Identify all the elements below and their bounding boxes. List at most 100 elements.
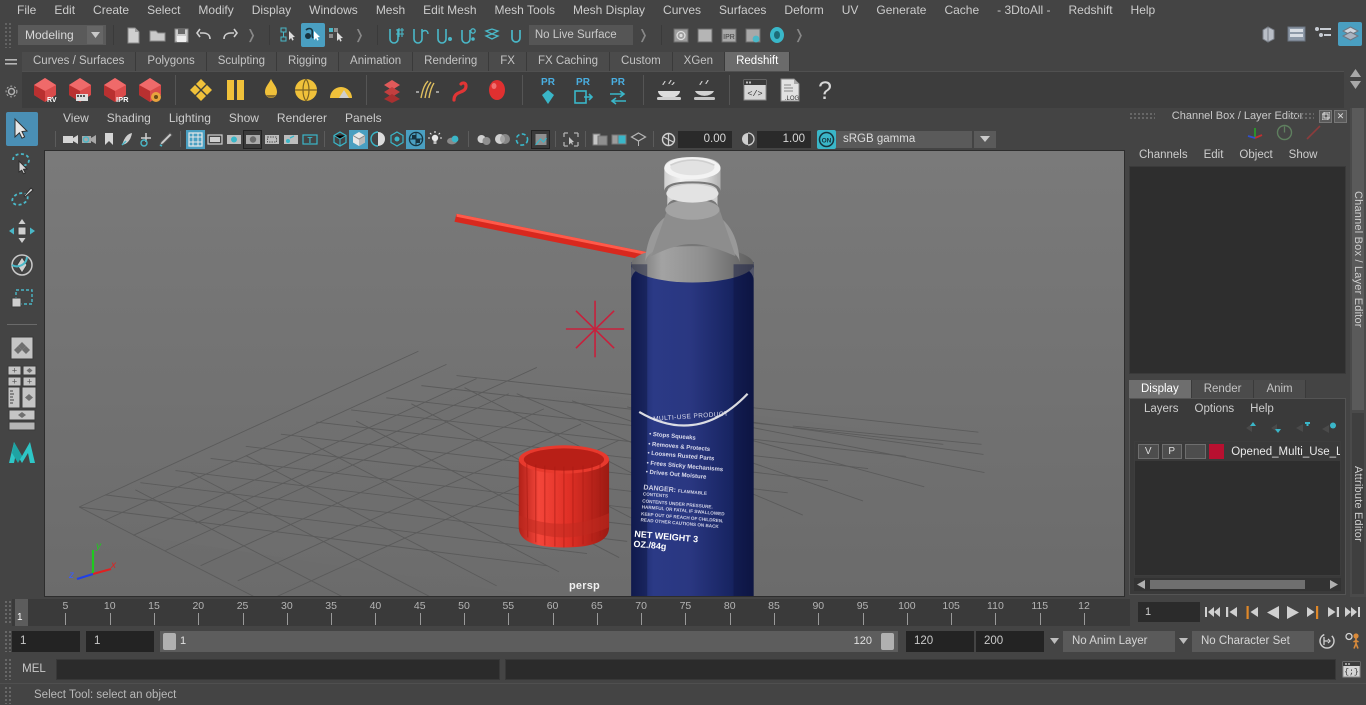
render-settings-icon[interactable] [741, 23, 765, 47]
layout-persp-graph-button[interactable] [6, 409, 38, 431]
layer-tab-anim[interactable]: Anim [1254, 380, 1306, 398]
shelf-options-gear-icon[interactable] [5, 85, 18, 101]
bookmark-icon[interactable] [99, 130, 118, 149]
scrollbar-thumb[interactable] [1150, 580, 1305, 589]
step-back-frame-button[interactable] [1244, 602, 1261, 622]
range-start-time-field[interactable]: 1 [86, 630, 154, 652]
menu-redshift[interactable]: Redshift [1060, 0, 1122, 20]
channel-box-list[interactable] [1129, 166, 1346, 374]
snap-to-curve-icon[interactable] [409, 23, 433, 47]
film-gate-icon[interactable] [205, 130, 224, 149]
snap-to-view-planes-icon[interactable] [481, 23, 505, 47]
range-start-handle[interactable] [163, 632, 176, 650]
open-scene-icon[interactable] [145, 23, 169, 47]
show-hide-attribute-editor-icon[interactable] [1284, 22, 1308, 46]
menu-mesh-display[interactable]: Mesh Display [564, 0, 654, 20]
redo-icon[interactable] [217, 23, 241, 47]
camera-attributes-icon[interactable] [80, 130, 99, 149]
texture-display-icon[interactable] [406, 129, 425, 149]
menu-uv[interactable]: UV [833, 0, 868, 20]
multisample-aa-icon[interactable] [512, 130, 531, 149]
animation-start-time-field[interactable]: 1 [12, 630, 80, 652]
xray-joints-icon[interactable] [610, 130, 629, 149]
shelf-tab-rigging[interactable]: Rigging [277, 52, 340, 71]
two-d-pan-zoom-icon[interactable] [137, 130, 156, 149]
depth-of-field-icon[interactable] [531, 129, 550, 149]
rotate-tool-button[interactable] [6, 248, 38, 282]
use-all-lights-icon[interactable] [425, 130, 444, 149]
layer-name-label[interactable]: Opened_Multi_Use_Lu [1231, 446, 1340, 458]
dock-tab-channel-box[interactable]: Channel Box / Layer Editor [1352, 108, 1364, 410]
range-end-time-field[interactable]: 120 [906, 630, 974, 652]
viewport-menu-lighting[interactable]: Lighting [160, 108, 220, 128]
redshift-bake-all-button[interactable] [687, 73, 721, 107]
command-language-label[interactable]: MEL [12, 663, 56, 675]
menu-generate[interactable]: Generate [867, 0, 935, 20]
redshift-help-button[interactable]: ? [808, 73, 842, 107]
anim-layer-arrow-icon[interactable] [1175, 638, 1192, 644]
shadows-icon[interactable] [444, 130, 463, 149]
new-scene-icon[interactable] [121, 23, 145, 47]
shaded-wireframe-icon[interactable] [368, 130, 387, 149]
hypershade-icon[interactable] [765, 23, 789, 47]
toolbar-drag-handle[interactable] [4, 22, 12, 48]
move-layer-up-icon[interactable] [1245, 421, 1260, 437]
redshift-volume-button[interactable] [254, 73, 288, 107]
redshift-proxy-button[interactable] [219, 73, 253, 107]
menu-windows[interactable]: Windows [300, 0, 367, 20]
step-forward-key-button[interactable] [1324, 602, 1341, 622]
animation-end-time-field[interactable]: 200 [976, 630, 1044, 652]
layer-list-horizontal-scrollbar[interactable] [1134, 578, 1341, 591]
anim-layer-selector[interactable]: No Anim Layer [1063, 630, 1175, 652]
select-by-hierarchy-icon[interactable] [277, 23, 301, 47]
snap-to-projected-center-icon[interactable] [457, 23, 481, 47]
channel-box-menu-show[interactable]: Show [1281, 145, 1326, 165]
shelf-scroll-controls[interactable] [1344, 50, 1366, 108]
grease-pencil-icon[interactable] [156, 130, 175, 149]
create-layer-from-selection-icon[interactable] [1321, 422, 1337, 437]
menu-surfaces[interactable]: Surfaces [710, 0, 775, 20]
viewport-menu-panels[interactable]: Panels [336, 108, 391, 128]
wireframe-shading-icon[interactable] [330, 130, 349, 149]
render-region-icon[interactable] [243, 129, 262, 149]
redshift-render-view-button[interactable]: RV [28, 73, 62, 107]
menu-cache[interactable]: Cache [935, 0, 988, 20]
create-new-layer-icon[interactable] [1295, 421, 1311, 437]
snap-to-point-icon[interactable] [433, 23, 457, 47]
go-to-start-button[interactable] [1204, 602, 1221, 622]
shelf-tab-curves-surfaces[interactable]: Curves / Surfaces [22, 52, 137, 71]
layer-menu-help[interactable]: Help [1242, 403, 1282, 415]
layer-menu-layers[interactable]: Layers [1136, 403, 1187, 415]
gamma-value-field[interactable]: 1.00 [757, 130, 811, 148]
screen-space-ao-icon[interactable] [474, 130, 493, 149]
channel-box-menu-edit[interactable]: Edit [1196, 145, 1232, 165]
menu-display[interactable]: Display [243, 0, 300, 20]
shelf-tab-custom[interactable]: Custom [610, 52, 673, 71]
panel-undock-button[interactable] [1317, 109, 1332, 123]
menu-deform[interactable]: Deform [775, 0, 832, 20]
xray-active-components-icon[interactable] [629, 130, 648, 149]
render-sequence-icon[interactable] [693, 23, 717, 47]
select-by-object-type-icon[interactable] [300, 23, 325, 47]
layout-four-pane-button[interactable]: + + + [6, 365, 38, 387]
select-tool-button[interactable] [6, 112, 38, 146]
play-backwards-button[interactable] [1264, 602, 1281, 622]
make-live-icon[interactable] [505, 23, 529, 47]
layout-single-pane-button[interactable] [6, 331, 38, 365]
redshift-render-sequence-button[interactable] [63, 73, 97, 107]
viewport-menu-show[interactable]: Show [220, 108, 268, 128]
isolate-select-icon[interactable] [561, 130, 580, 149]
channel-box-menu-channels[interactable]: Channels [1131, 145, 1196, 165]
layer-playback-toggle[interactable]: P [1161, 444, 1182, 459]
layer-menu-options[interactable]: Options [1187, 403, 1243, 415]
menu-create[interactable]: Create [84, 0, 138, 20]
color-profile-dropdown-arrow-icon[interactable] [974, 130, 996, 148]
redshift-pr-export-button[interactable]: PR [566, 73, 600, 107]
color-profile-field[interactable]: sRGB gamma [836, 130, 972, 148]
layer-color-swatch[interactable] [1208, 444, 1225, 459]
layer-visibility-toggle[interactable]: V [1138, 444, 1159, 459]
graph-line-icon[interactable] [1305, 124, 1322, 144]
save-scene-icon[interactable] [169, 23, 193, 47]
range-slider-bar[interactable]: 1 120 [160, 630, 898, 652]
circle-gauge-icon[interactable] [1276, 124, 1293, 144]
